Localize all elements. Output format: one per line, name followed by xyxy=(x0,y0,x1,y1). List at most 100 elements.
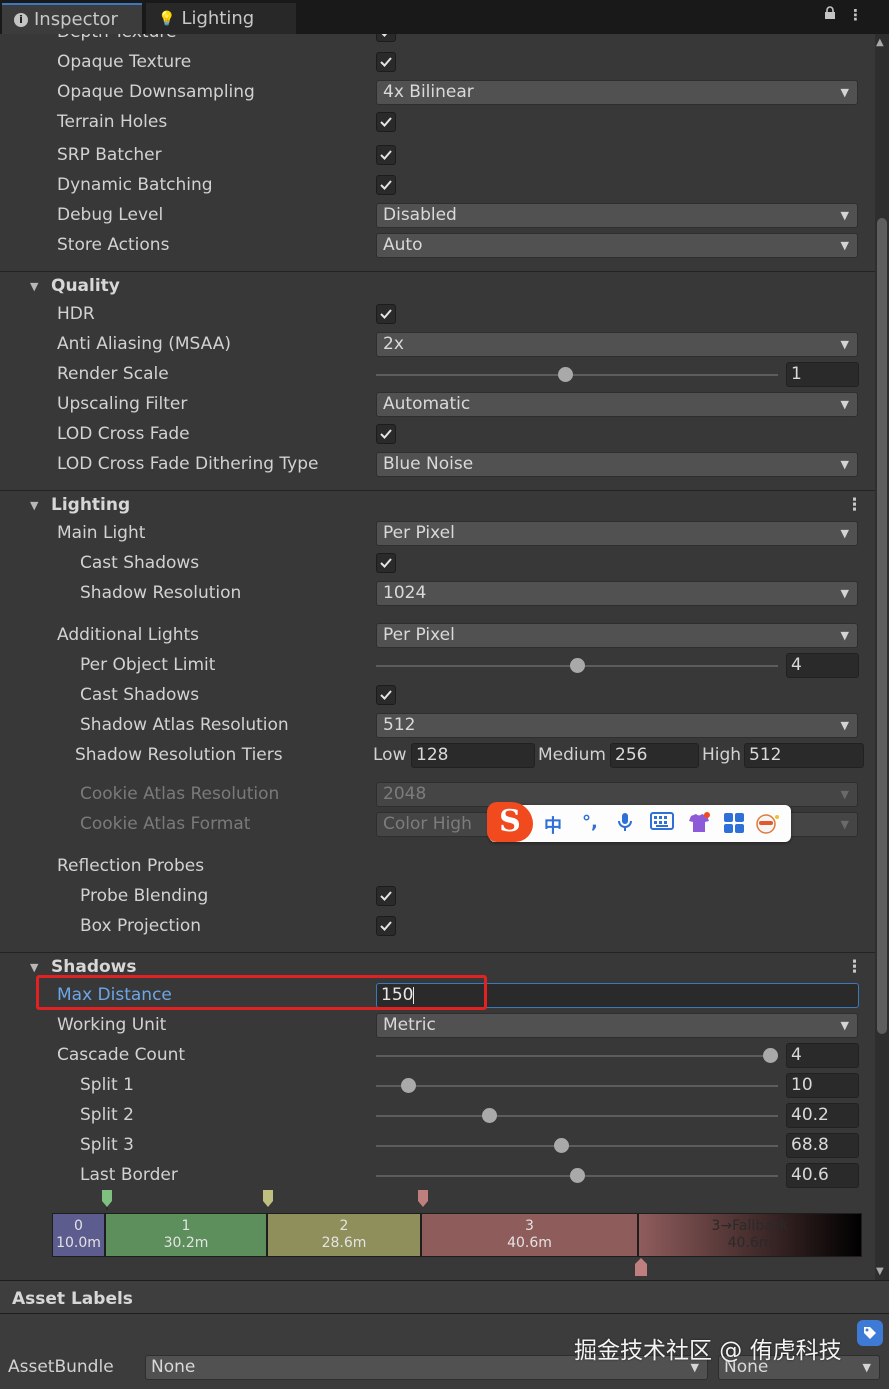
tab-inspector[interactable]: i Inspector xyxy=(2,3,142,34)
tier-medium-input[interactable]: 256 xyxy=(610,743,699,768)
section-header-quality[interactable]: ▼ Quality xyxy=(0,271,875,301)
vertical-scrollbar[interactable]: ▲ ▼ xyxy=(875,34,889,1280)
additional-lights-dropdown[interactable]: Per Pixel ▼ xyxy=(376,623,858,648)
kebab-menu-icon[interactable]: ⋮ xyxy=(846,495,863,515)
section-header-lighting[interactable]: ▼ Lighting ⋮ xyxy=(0,490,875,520)
checkmark-icon xyxy=(380,309,392,319)
debug-level-dropdown[interactable]: Disabled ▼ xyxy=(376,203,858,228)
split-3-input[interactable]: 68.8 xyxy=(786,1133,859,1158)
chevron-down-icon: ▼ xyxy=(862,1361,871,1374)
cascade-count-input[interactable]: 4 xyxy=(786,1043,859,1068)
slider-knob[interactable] xyxy=(553,1138,569,1153)
slider-knob[interactable] xyxy=(481,1108,497,1123)
cascade-segment: 2 28.6m xyxy=(268,1214,422,1256)
lod-cross-fade-checkbox[interactable] xyxy=(376,424,396,444)
dropdown-value: 1024 xyxy=(383,583,427,603)
mascot-icon[interactable] xyxy=(754,812,780,839)
cascade-distance: 10.0m xyxy=(56,1235,101,1251)
dropdown-value: 2048 xyxy=(383,784,427,804)
srp-batcher-checkbox[interactable] xyxy=(376,145,396,165)
probe-blending-checkbox[interactable] xyxy=(376,886,396,906)
render-scale-input[interactable]: 1 xyxy=(786,362,859,387)
kebab-menu-icon[interactable]: ⋮ xyxy=(848,6,863,24)
row-opaque-downsampling: Opaque Downsampling 4x Bilinear ▼ xyxy=(0,78,875,108)
field-label: Cast Shadows xyxy=(80,553,200,573)
split-1-input[interactable]: 10 xyxy=(786,1073,859,1098)
slider-knob[interactable] xyxy=(570,1168,585,1183)
cookie-atlas-resolution-dropdown: 2048 ▼ xyxy=(376,782,858,807)
cascade-distance: 28.6m xyxy=(321,1235,367,1251)
checkmark-icon xyxy=(380,558,392,568)
split-2-slider[interactable] xyxy=(376,1108,778,1123)
skin-shirt-icon[interactable] xyxy=(687,812,711,839)
slider-knob[interactable] xyxy=(401,1078,417,1093)
chevron-down-icon: ▼ xyxy=(840,587,849,600)
dropdown-value: Disabled xyxy=(383,205,457,225)
field-label: Last Border xyxy=(80,1165,178,1185)
per-object-limit-slider[interactable] xyxy=(376,658,778,673)
slider-knob[interactable] xyxy=(557,367,573,382)
opaque-downsampling-dropdown[interactable]: 4x Bilinear ▼ xyxy=(376,80,858,105)
chinese-mode-icon[interactable]: 中 xyxy=(544,812,562,838)
lock-icon[interactable] xyxy=(824,6,836,24)
split-2-input[interactable]: 40.2 xyxy=(786,1103,859,1128)
last-border-slider[interactable] xyxy=(376,1168,778,1183)
dynamic-batching-checkbox[interactable] xyxy=(376,175,396,195)
split-1-slider[interactable] xyxy=(376,1078,778,1093)
depth-texture-checkbox[interactable] xyxy=(376,34,396,42)
scroll-up-arrow-icon[interactable]: ▲ xyxy=(876,37,884,48)
tag-icon[interactable] xyxy=(857,1320,883,1346)
tier-low-input[interactable]: 128 xyxy=(411,743,535,768)
tab-lighting[interactable]: 💡 Lighting xyxy=(146,3,296,34)
terrain-holes-checkbox[interactable] xyxy=(376,112,396,132)
keyboard-icon[interactable] xyxy=(650,812,674,835)
foldout-triangle-icon[interactable]: ▼ xyxy=(30,961,38,974)
ime-toolbar[interactable]: S 中 °, xyxy=(487,802,791,842)
cascade-bar[interactable]: 0 10.0m 1 30.2m 2 28.6m 3 40.6m 3→Fallback 40.6m xyxy=(52,1213,862,1257)
microphone-icon[interactable] xyxy=(617,812,633,837)
upscaling-filter-dropdown[interactable]: Automatic ▼ xyxy=(376,392,858,417)
last-border-input[interactable]: 40.6 xyxy=(786,1163,859,1188)
opaque-texture-checkbox[interactable] xyxy=(376,52,396,72)
shadow-atlas-dropdown[interactable]: 512 ▼ xyxy=(376,713,858,738)
cast-shadows-checkbox[interactable] xyxy=(376,553,396,573)
scroll-down-arrow-icon[interactable]: ▼ xyxy=(876,1266,884,1277)
foldout-triangle-icon[interactable]: ▼ xyxy=(30,499,38,512)
cascade-split-handle[interactable] xyxy=(417,1190,429,1210)
store-actions-dropdown[interactable]: Auto ▼ xyxy=(376,233,858,258)
chevron-down-icon: ▼ xyxy=(840,86,849,99)
row-main-light: Main Light Per Pixel ▼ xyxy=(0,519,875,549)
sogou-logo-icon[interactable]: S xyxy=(487,802,533,842)
section-title: Lighting xyxy=(51,495,131,515)
window-controls: ⋮ xyxy=(824,6,863,24)
box-projection-checkbox[interactable] xyxy=(376,916,396,936)
slider-knob[interactable] xyxy=(570,658,585,673)
lod-dithering-dropdown[interactable]: Blue Noise ▼ xyxy=(376,452,858,477)
per-object-limit-input[interactable]: 4 xyxy=(786,653,859,678)
msaa-dropdown[interactable]: 2x ▼ xyxy=(376,332,858,357)
working-unit-dropdown[interactable]: Metric ▼ xyxy=(376,1013,858,1038)
chevron-down-icon: ▼ xyxy=(840,458,849,471)
punctuation-icon[interactable]: °, xyxy=(582,812,598,833)
shadow-resolution-dropdown[interactable]: 1024 ▼ xyxy=(376,581,858,606)
toolbox-grid-icon[interactable] xyxy=(723,812,745,839)
main-light-dropdown[interactable]: Per Pixel ▼ xyxy=(376,521,858,546)
section-title: Shadows xyxy=(51,957,137,977)
additional-cast-shadows-checkbox[interactable] xyxy=(376,685,396,705)
split-3-slider[interactable] xyxy=(376,1138,778,1153)
field-label: Upscaling Filter xyxy=(57,394,188,414)
cascade-split-handle[interactable] xyxy=(262,1190,274,1210)
dropdown-value: Per Pixel xyxy=(383,625,455,645)
scrollbar-thumb[interactable] xyxy=(877,218,887,1034)
hdr-checkbox[interactable] xyxy=(376,304,396,324)
slider-knob[interactable] xyxy=(762,1048,778,1063)
kebab-menu-icon[interactable]: ⋮ xyxy=(846,957,863,977)
row-additional-lights: Additional Lights Per Pixel ▼ xyxy=(0,621,875,651)
tier-high-input[interactable]: 512 xyxy=(744,743,864,768)
cascade-split-handle[interactable] xyxy=(101,1190,113,1210)
foldout-triangle-icon[interactable]: ▼ xyxy=(30,280,38,293)
cascade-count-slider[interactable] xyxy=(376,1048,778,1063)
render-scale-slider[interactable] xyxy=(376,367,778,382)
asset-labels-header[interactable]: Asset Labels xyxy=(0,1280,889,1314)
last-border-handle[interactable] xyxy=(634,1258,648,1278)
